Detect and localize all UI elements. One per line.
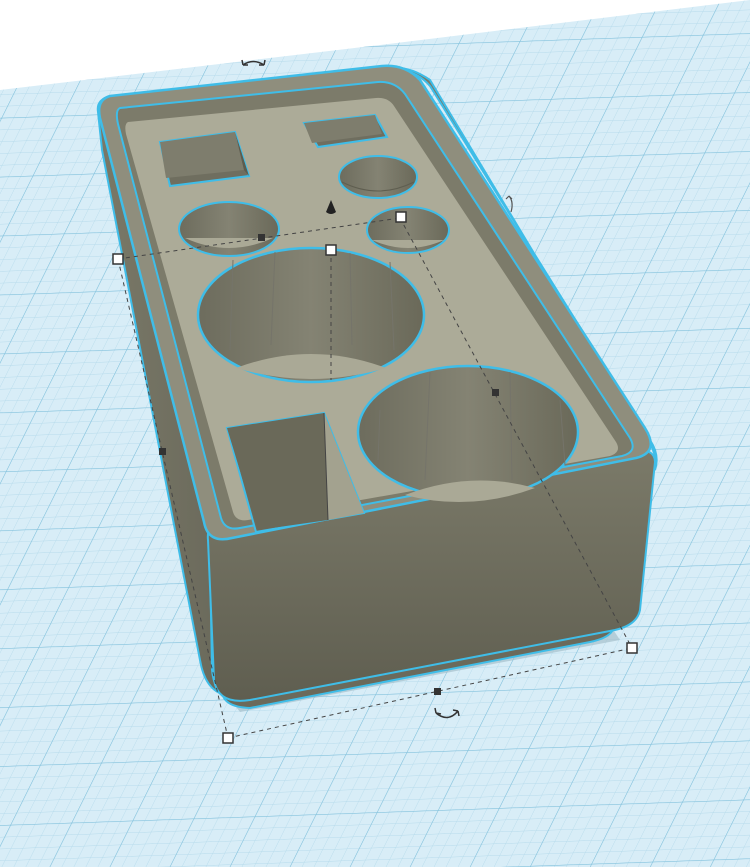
round-cavity-left[interactable] bbox=[178, 201, 280, 257]
resize-handle-mid-bottom[interactable] bbox=[434, 688, 441, 695]
round-cavity-small-lower-right[interactable] bbox=[366, 206, 450, 254]
round-cavity-small-right[interactable] bbox=[338, 155, 418, 199]
resize-handle-bottom-left[interactable] bbox=[222, 732, 234, 744]
workplane-viewport[interactable] bbox=[0, 0, 750, 867]
square-cavity-top-left[interactable] bbox=[158, 130, 251, 188]
3d-scene[interactable] bbox=[0, 0, 750, 867]
resize-handle-left[interactable] bbox=[112, 253, 124, 265]
resize-handle-bottom-right[interactable] bbox=[626, 642, 638, 654]
round-cavity-large-center[interactable] bbox=[196, 246, 426, 384]
resize-handle-top-center[interactable] bbox=[325, 244, 337, 256]
resize-handle-mid-right[interactable] bbox=[492, 389, 499, 396]
resize-handle-top-right[interactable] bbox=[395, 211, 407, 223]
resize-handle-mid-top[interactable] bbox=[258, 234, 265, 241]
resize-handle-mid-left[interactable] bbox=[159, 448, 166, 455]
